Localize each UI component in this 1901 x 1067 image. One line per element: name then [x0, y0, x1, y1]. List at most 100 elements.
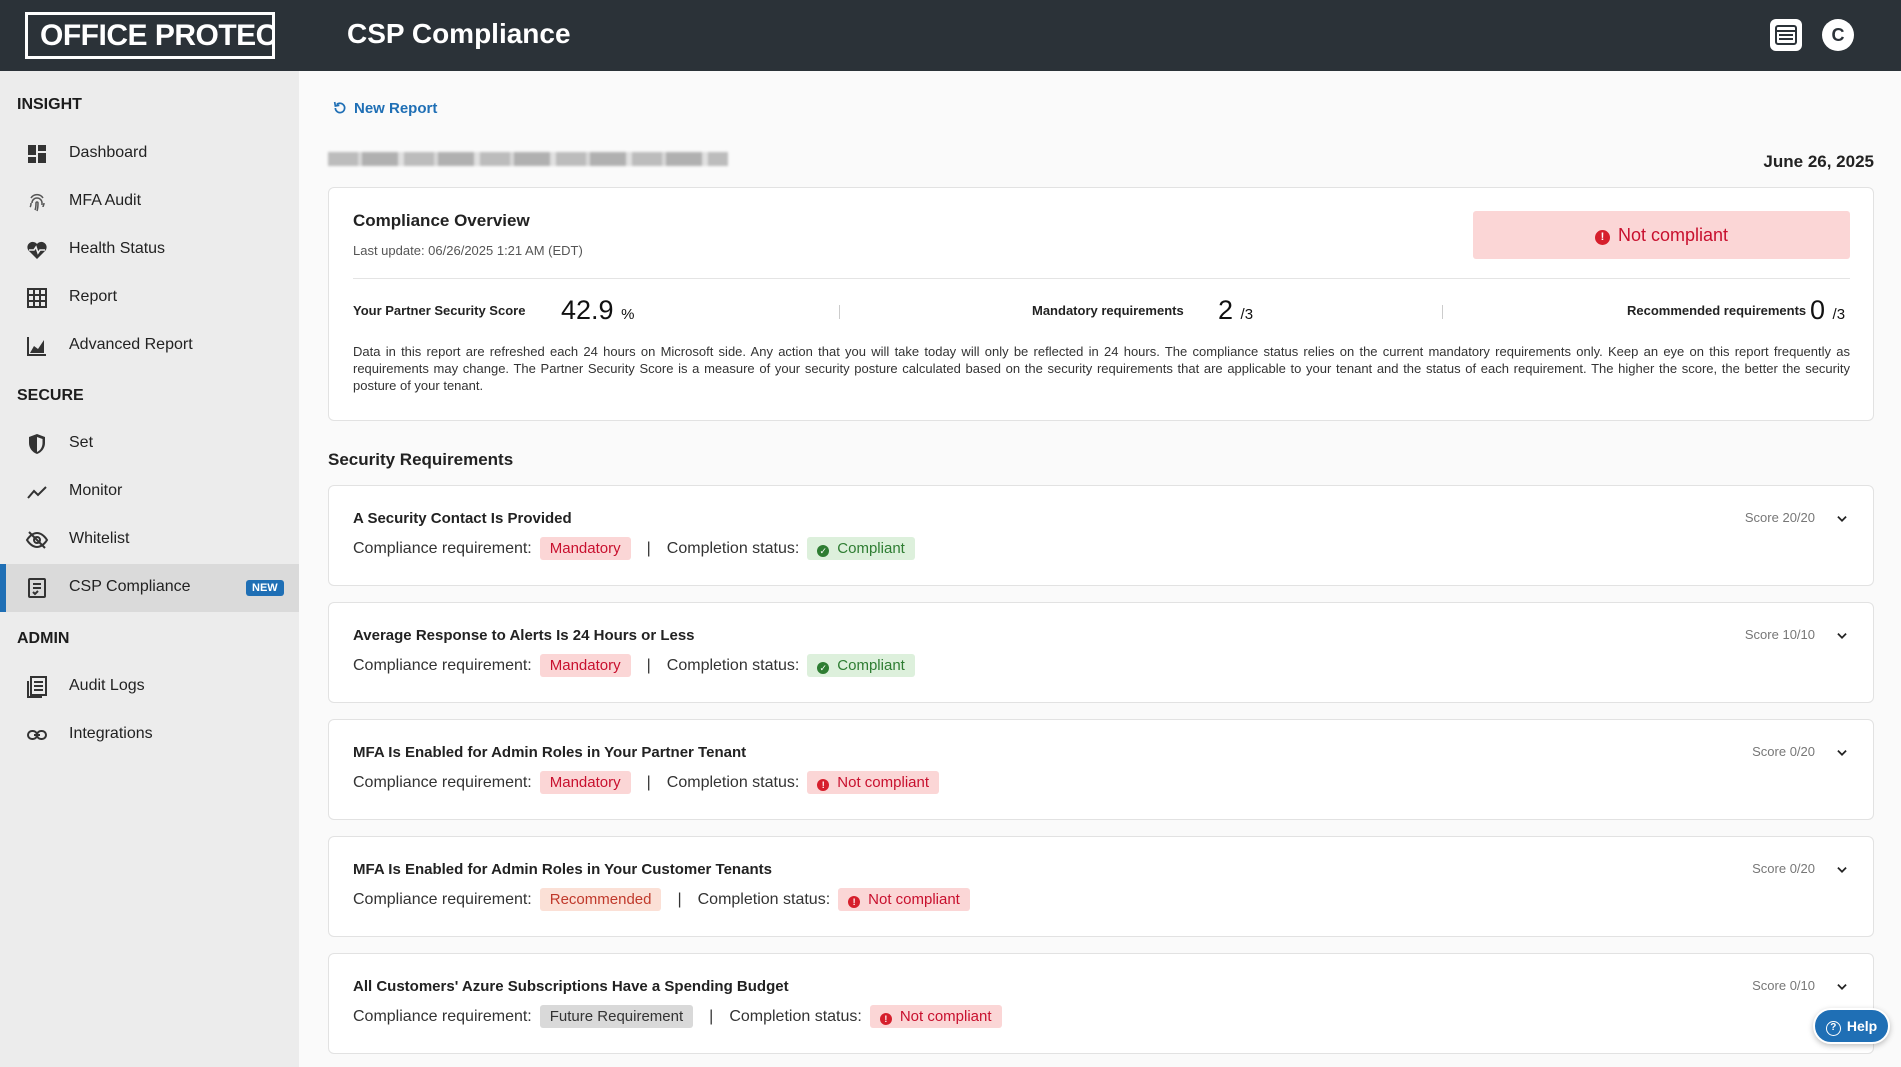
requirement-score: Score 0/20 [1752, 744, 1815, 759]
top-bar: OFFICE PROTECT CSP Compliance C [0, 0, 1901, 71]
status-label: Completion status: [666, 773, 800, 791]
sidebar-item-monitor[interactable]: Monitor [0, 468, 299, 516]
sidebar-item-set[interactable]: Set [0, 420, 299, 468]
requirement-title: Average Response to Alerts Is 24 Hours o… [353, 627, 695, 644]
last-update: Last update: 06/26/2025 1:21 AM (EDT) [353, 243, 583, 258]
alert-icon: ! [817, 779, 830, 791]
status-label: Completion status: [729, 1007, 862, 1025]
sidebar-item-label: Advanced Report [69, 336, 193, 353]
sidebar-item-label: Audit Logs [69, 677, 145, 694]
overview-title: Compliance Overview [353, 211, 530, 230]
main-content: New Report ████████ • ██ - █████████████… [299, 71, 1901, 1067]
new-report-link[interactable]: New Report [332, 100, 437, 117]
calendar-icon[interactable] [1770, 19, 1802, 51]
divider [1442, 305, 1443, 319]
requirement-score: Score 0/10 [1752, 978, 1815, 993]
status-label: Completion status: [666, 656, 800, 674]
overall-status-label: Not compliant [1617, 225, 1729, 245]
requirement-label: Compliance requirement: [353, 773, 532, 791]
page-title: CSP Compliance [347, 18, 571, 49]
requirement-title: All Customers' Azure Subscriptions Have … [353, 978, 789, 995]
checklist-icon [28, 578, 46, 598]
status-text: Compliant [837, 657, 905, 674]
sidebar-item-health-status[interactable]: Health Status [0, 226, 299, 274]
shield-icon [29, 434, 45, 454]
requirement-details: Compliance requirement: Mandatory | Comp… [353, 771, 940, 794]
requirement-badge: Future Requirement [539, 1005, 694, 1028]
requirement-score: Score 20/20 [1744, 510, 1815, 525]
score-number: 42.9 [561, 295, 614, 325]
mandatory-label: Mandatory requirements [1032, 303, 1184, 318]
trend-line-icon [27, 486, 47, 499]
status-text: Compliant [837, 540, 905, 557]
new-report-label: New Report [354, 100, 438, 117]
recommended-total: /3 [1832, 306, 1846, 323]
chevron-down-icon[interactable] [1835, 629, 1849, 643]
office-protect-logo[interactable]: OFFICE PROTECT [25, 12, 275, 59]
requirement-details: Compliance requirement: Mandatory | Comp… [353, 654, 915, 677]
status-badge: ! Not compliant [869, 1005, 1002, 1028]
new-badge: NEW [246, 580, 284, 596]
requirement-card[interactable]: All Customers' Azure Subscriptions Have … [328, 953, 1874, 1054]
requirement-badge: Mandatory [539, 537, 631, 560]
requirement-title: MFA Is Enabled for Admin Roles in Your C… [353, 861, 772, 878]
requirement-score: Score 0/20 [1752, 861, 1815, 876]
sidebar-item-audit-logs[interactable]: Audit Logs [0, 663, 299, 711]
requirement-card[interactable]: MFA Is Enabled for Admin Roles in Your P… [328, 719, 1874, 820]
sidebar-item-label: MFA Audit [69, 192, 142, 209]
section-title: Security Requirements [328, 450, 514, 469]
requirement-score: Score 10/10 [1744, 627, 1815, 642]
requirement-details: Compliance requirement: Future Requireme… [353, 1005, 1002, 1028]
divider: | [646, 773, 651, 791]
requirement-badge: Recommended [539, 888, 662, 911]
area-chart-icon [27, 337, 46, 356]
requirement-card[interactable]: Average Response to Alerts Is 24 Hours o… [328, 602, 1874, 703]
requirement-card[interactable]: MFA Is Enabled for Admin Roles in Your C… [328, 836, 1874, 937]
sidebar-item-report[interactable]: Report [0, 274, 299, 322]
sidebar-section-secure: SECURE [17, 387, 84, 404]
sidebar-item-label: Report [69, 288, 118, 305]
sidebar-item-label: Monitor [69, 482, 123, 499]
requirement-title: MFA Is Enabled for Admin Roles in Your P… [353, 744, 747, 761]
sidebar-item-csp-compliance[interactable]: CSP Compliance NEW [0, 564, 299, 612]
sidebar-item-label: Whitelist [69, 530, 130, 547]
requirement-details: Compliance requirement: Recommended | Co… [353, 888, 970, 911]
sidebar-item-mfa-audit[interactable]: MFA Audit [0, 178, 299, 226]
requirement-card[interactable]: A Security Contact Is Provided Complianc… [328, 485, 1874, 586]
sidebar-item-label: Dashboard [69, 144, 148, 161]
sidebar-item-label: Set [69, 434, 94, 451]
chevron-down-icon[interactable] [1835, 512, 1849, 526]
requirement-label: Compliance requirement: [353, 539, 532, 557]
avatar[interactable]: C [1822, 19, 1854, 51]
dashboard-icon [28, 145, 46, 163]
link-icon [27, 730, 47, 740]
sidebar-item-integrations[interactable]: Integrations [0, 711, 299, 759]
recommended-number: 0 [1810, 295, 1826, 325]
document-list-icon [27, 676, 47, 698]
alert-icon: ! [879, 1013, 892, 1025]
divider: | [646, 539, 651, 557]
help-button[interactable]: ? Help [1813, 1008, 1890, 1044]
chevron-down-icon[interactable] [1835, 980, 1849, 994]
report-date: June 26, 2025 [1763, 152, 1874, 171]
sidebar-item-label: Integrations [69, 725, 153, 742]
sidebar-item-dashboard[interactable]: Dashboard [0, 130, 299, 178]
chevron-down-icon[interactable] [1835, 746, 1849, 760]
refresh-icon [333, 101, 346, 114]
chevron-down-icon[interactable] [1835, 863, 1849, 877]
compliance-overview-card: Compliance Overview Last update: 06/26/2… [328, 187, 1874, 421]
status-text: Not compliant [837, 774, 930, 791]
requirement-badge: Mandatory [539, 654, 631, 677]
tenant-name: ████████ • ██ - ███████████████████ [328, 152, 728, 166]
sidebar-item-advanced-report[interactable]: Advanced Report [0, 322, 299, 370]
divider: | [709, 1007, 714, 1025]
alert-icon: ! [1594, 230, 1610, 245]
status-badge: ! Not compliant [807, 771, 940, 794]
requirement-badge: Mandatory [539, 771, 631, 794]
sidebar-item-whitelist[interactable]: Whitelist [0, 516, 299, 564]
requirement-title: A Security Contact Is Provided [353, 510, 572, 527]
eye-off-icon [25, 531, 49, 549]
divider [353, 278, 1850, 279]
score-value: 42.9 % [561, 295, 634, 326]
status-text: Not compliant [868, 891, 960, 908]
